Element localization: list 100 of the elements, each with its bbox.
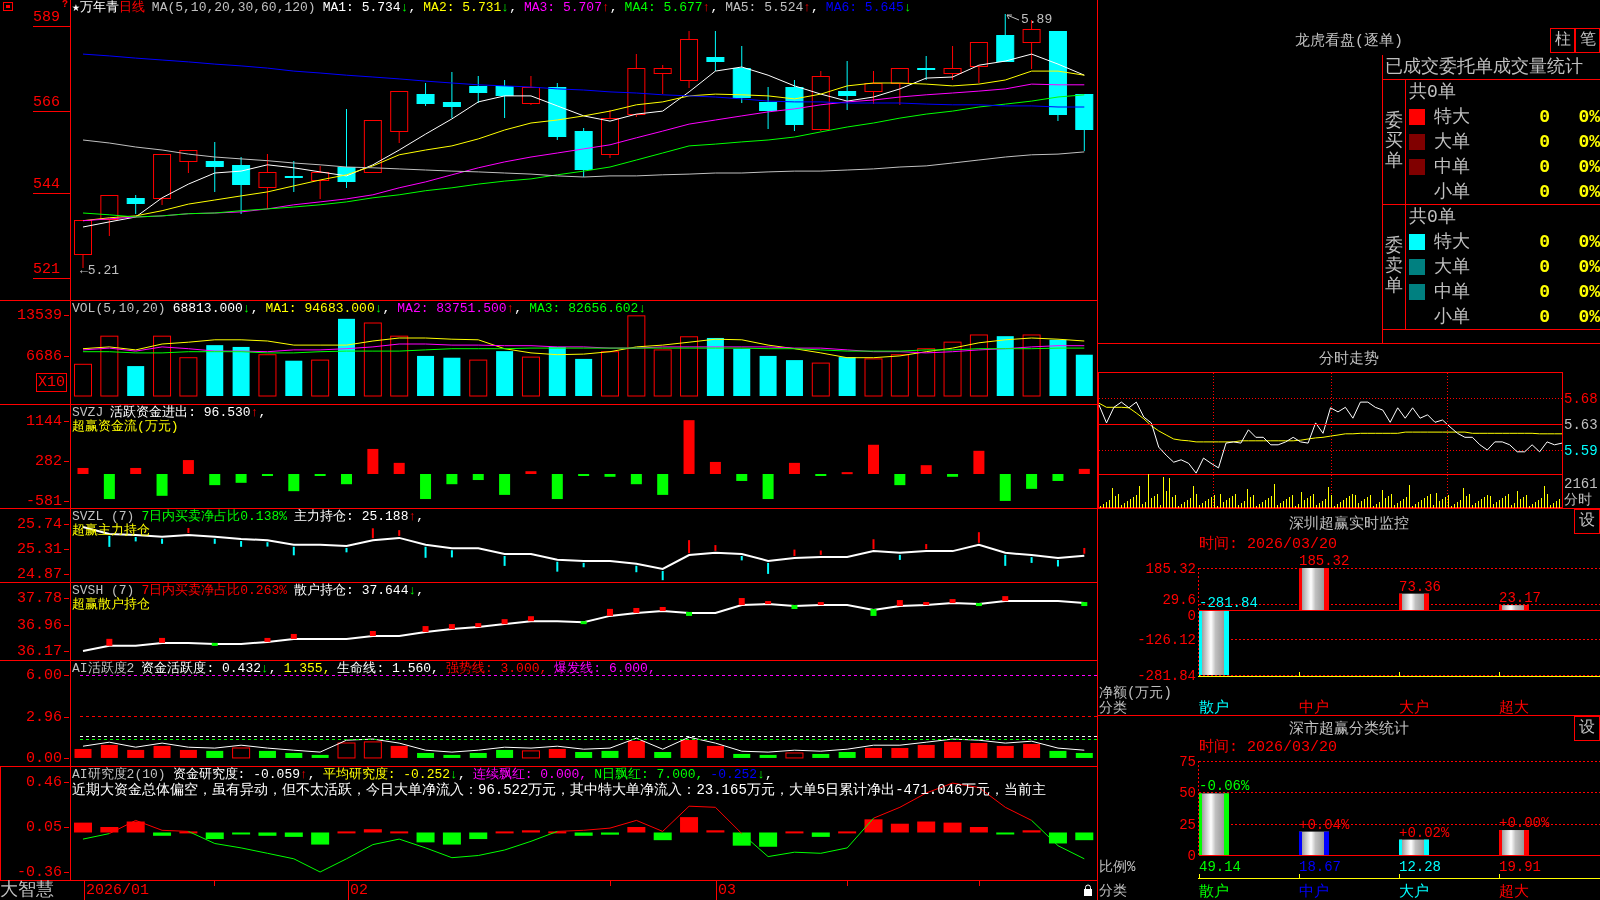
candlestick bbox=[759, 86, 778, 130]
candlestick bbox=[943, 45, 962, 81]
side-label: 委卖单 bbox=[1385, 237, 1403, 297]
indicator-name: AI研究度2(10) bbox=[72, 767, 166, 782]
change-tick bbox=[108, 534, 111, 548]
candlestick bbox=[205, 141, 224, 193]
indicator-title: 超赢散户持仓 bbox=[72, 598, 150, 612]
candlestick bbox=[258, 153, 277, 210]
change-tick bbox=[661, 569, 664, 582]
separator: , bbox=[514, 301, 523, 316]
view-mode-button[interactable]: 柱 bbox=[1550, 28, 1575, 53]
axis-tick-label: 5.59 bbox=[1564, 443, 1598, 459]
settings-button[interactable]: 设 bbox=[1574, 509, 1600, 534]
axis-tick-label: 2161 bbox=[1564, 476, 1598, 492]
change-marker bbox=[1081, 602, 1088, 607]
change-tick bbox=[240, 540, 243, 548]
change-marker bbox=[791, 605, 798, 609]
change-tick bbox=[161, 537, 164, 545]
indicator-value: MA3: 82656.602 bbox=[529, 301, 639, 316]
axis-tick-label: 0 bbox=[1187, 848, 1196, 864]
category-label: 超大 bbox=[1499, 884, 1529, 900]
panel-title: 深市超赢分类统计 bbox=[1289, 719, 1409, 738]
candlestick bbox=[100, 194, 119, 237]
separator: , bbox=[811, 0, 819, 15]
candlestick bbox=[232, 156, 251, 215]
data-label: -281.84 bbox=[1199, 595, 1258, 612]
order-share: 0% bbox=[1578, 155, 1600, 178]
lock-icon[interactable] bbox=[1083, 884, 1093, 896]
trend-arrow: ↓ bbox=[374, 301, 383, 316]
indicator-value: 连续飘红: 0.000, bbox=[472, 767, 588, 782]
change-marker bbox=[159, 637, 166, 643]
brand-name: 大智慧 bbox=[0, 881, 55, 900]
separator: , bbox=[250, 301, 259, 316]
axis-tick-label: 2.96 bbox=[26, 710, 69, 726]
indicator-value: 资金活跃度: 0.432 bbox=[141, 661, 261, 676]
axis-tick-label: 1144 bbox=[26, 413, 69, 430]
candlestick bbox=[653, 64, 672, 95]
candlestick bbox=[785, 79, 804, 132]
change-tick bbox=[398, 529, 401, 537]
trend-arrow: ↓ bbox=[242, 301, 251, 316]
indicator-value: 主力持仓: 25.188 bbox=[294, 509, 409, 524]
axis-tick-label: 544 bbox=[33, 176, 70, 194]
panel-title: 分时走势 bbox=[1319, 349, 1379, 368]
change-tick bbox=[1056, 559, 1059, 568]
trend-arrow: ↑ bbox=[702, 0, 711, 15]
axis-tick-label: 0.46 bbox=[26, 775, 69, 791]
trend-arrow: ↓ bbox=[261, 661, 269, 676]
candlestick bbox=[969, 41, 988, 84]
indicator-value: 平均研究度: -0.252 bbox=[322, 767, 451, 782]
order-share: 0% bbox=[1578, 305, 1600, 328]
date-label: 03 bbox=[716, 881, 736, 900]
indicator-value: MA2: 83751.500 bbox=[397, 301, 507, 316]
view-mode-button[interactable]: 笔 bbox=[1575, 28, 1600, 53]
data-label: 49.14 bbox=[1199, 859, 1241, 875]
axis-tick-label: 75 bbox=[1179, 754, 1196, 770]
order-share: 0% bbox=[1578, 280, 1600, 303]
candlestick bbox=[864, 70, 883, 105]
change-tick bbox=[714, 544, 717, 552]
candlestick bbox=[548, 82, 567, 141]
candlestick bbox=[574, 127, 593, 178]
candlestick bbox=[680, 30, 699, 89]
price-label: 5.89 bbox=[1021, 12, 1053, 27]
axis-title: 比例% bbox=[1099, 859, 1136, 875]
change-tick bbox=[371, 527, 374, 540]
change-tick bbox=[213, 537, 216, 545]
order-size-label: 大单 bbox=[1434, 130, 1471, 153]
leader-arrow bbox=[1006, 14, 1020, 21]
change-marker bbox=[211, 642, 218, 646]
help-icon[interactable]: ? bbox=[62, 0, 68, 9]
order-share: 0% bbox=[1578, 230, 1600, 253]
separator: , bbox=[268, 661, 277, 676]
change-tick bbox=[819, 549, 822, 556]
candlestick bbox=[495, 79, 514, 119]
change-marker bbox=[580, 621, 587, 625]
change-marker bbox=[765, 601, 772, 605]
order-count: 0 bbox=[1539, 280, 1551, 303]
stock-name: ★万年青 bbox=[72, 0, 119, 15]
change-tick bbox=[1030, 556, 1033, 564]
order-count: 0 bbox=[1539, 255, 1551, 278]
separator: , bbox=[710, 0, 719, 15]
change-tick bbox=[450, 549, 453, 559]
settings-button[interactable]: 设 bbox=[1574, 716, 1600, 741]
candlestick bbox=[838, 60, 857, 111]
change-tick bbox=[292, 545, 295, 557]
axis-tick-label: 37.78 bbox=[17, 591, 69, 608]
timestamp: 时间: 2026/03/20 bbox=[1198, 740, 1339, 756]
candlestick bbox=[521, 75, 540, 106]
change-tick bbox=[266, 541, 269, 548]
axis-tick-label: 521 bbox=[33, 261, 70, 279]
axis-title: 分类 bbox=[1099, 883, 1127, 899]
indicator-value: 7日内买卖净占比0.263% bbox=[141, 583, 288, 598]
change-marker bbox=[501, 619, 508, 625]
axis-tick-label: 566 bbox=[33, 95, 70, 113]
change-marker bbox=[870, 609, 877, 616]
order-size-label: 小单 bbox=[1434, 305, 1471, 328]
indicator-value: MA5: 5.524 bbox=[725, 0, 804, 15]
order-size-label: 中单 bbox=[1434, 155, 1471, 178]
order-count: 0 bbox=[1539, 155, 1551, 178]
trend-arrow: ↓ bbox=[400, 0, 409, 15]
date-label: 02 bbox=[348, 881, 368, 900]
